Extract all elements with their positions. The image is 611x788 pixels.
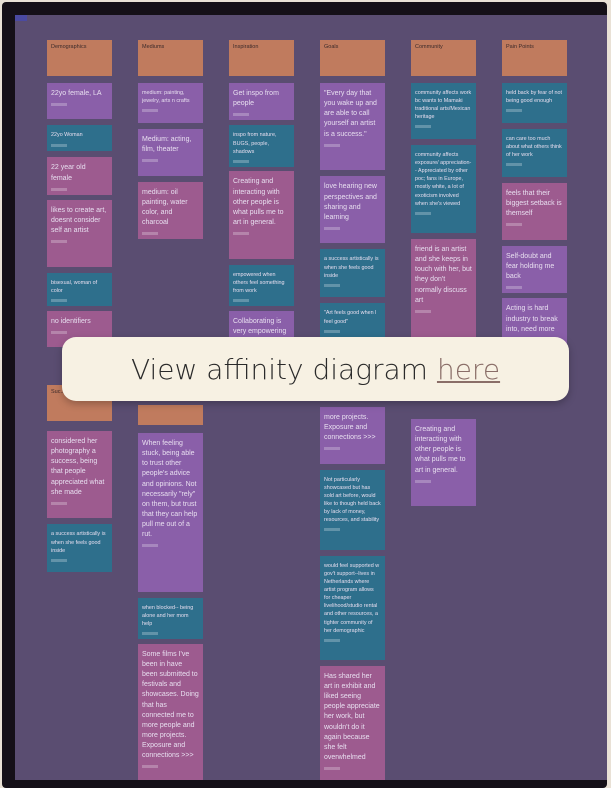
sticky-note: can care too much about what others thin… xyxy=(502,129,567,177)
sticky-note: a success artistically is when she feels… xyxy=(47,524,112,573)
column-header: Mediums xyxy=(138,40,203,76)
sticky-note: Self-doubt and fear holding me back xyxy=(502,245,567,294)
sticky-note: friend is an artist and she keeps in tou… xyxy=(411,239,476,337)
column-header: Demographics xyxy=(47,40,112,76)
sticky-note: Has shared her art in exhibit and liked … xyxy=(320,665,385,780)
sticky-note: inspo from nature, BUGS, people, shadows xyxy=(229,125,294,167)
sticky-note: "Every day that you wake up and are able… xyxy=(320,83,385,171)
sticky-note: bisexual, woman of color xyxy=(47,272,112,307)
column-header: Goals xyxy=(320,40,385,76)
sticky-note: community affects exposure/ appreciation… xyxy=(411,145,476,233)
sticky-note: When feeling stuck, being able to trust … xyxy=(138,433,203,592)
view-diagram-banner: View affinity diagram here xyxy=(62,337,569,401)
sticky-note: medium: painting, jewelry, arts n crafts xyxy=(138,83,203,123)
sticky-note: Not particularly showcased but has sold … xyxy=(320,469,385,550)
sticky-note: a success artistically is when she feels… xyxy=(320,249,385,298)
banner-text: View affinity diagram xyxy=(130,352,428,386)
sticky-note: 22 year old female xyxy=(47,157,112,195)
sticky-note: considered her photography a success, be… xyxy=(47,431,112,519)
sticky-note: love hearing new perspectives and sharin… xyxy=(320,176,385,244)
sticky-note: likes to create art, doesnt consider sel… xyxy=(47,199,112,267)
column-header: Inspiration xyxy=(229,40,294,76)
sticky-note: feels that their biggest setback is them… xyxy=(502,183,567,240)
column-header: Community xyxy=(411,40,476,76)
sticky-note: when blocked-- being alone and her mom h… xyxy=(138,597,203,640)
sticky-note: Creating and interacting with other peop… xyxy=(229,171,294,259)
column-header-blank xyxy=(138,405,203,425)
column-header: Pain Points xyxy=(502,40,567,76)
sticky-note: more projects. Exposure and connections … xyxy=(320,407,385,464)
sticky-note: Get inspo from people xyxy=(229,83,294,121)
sticky-note: 22yo Woman xyxy=(47,125,112,152)
sticky-note: "Art feels good when I feel good" xyxy=(320,303,385,337)
sticky-note: would feel supported w gov't support--li… xyxy=(320,555,385,660)
sticky-note: held back by fear of not being good enou… xyxy=(502,83,567,123)
sticky-note: medium: oil painting, water color, and c… xyxy=(138,181,203,240)
corner-marker xyxy=(15,15,27,21)
sticky-note: community affects work bc wants to Mamak… xyxy=(411,83,476,139)
banner-link[interactable]: here xyxy=(437,353,500,386)
sticky-note: Medium: acting, film, theater xyxy=(138,129,203,176)
sticky-note: Creating and interacting with other peop… xyxy=(411,419,476,507)
sticky-note: 22yo female, LA xyxy=(47,83,112,120)
sticky-note: empowered when others feel something fro… xyxy=(229,264,294,307)
sticky-note: Some films I've been in have been submit… xyxy=(138,643,203,780)
